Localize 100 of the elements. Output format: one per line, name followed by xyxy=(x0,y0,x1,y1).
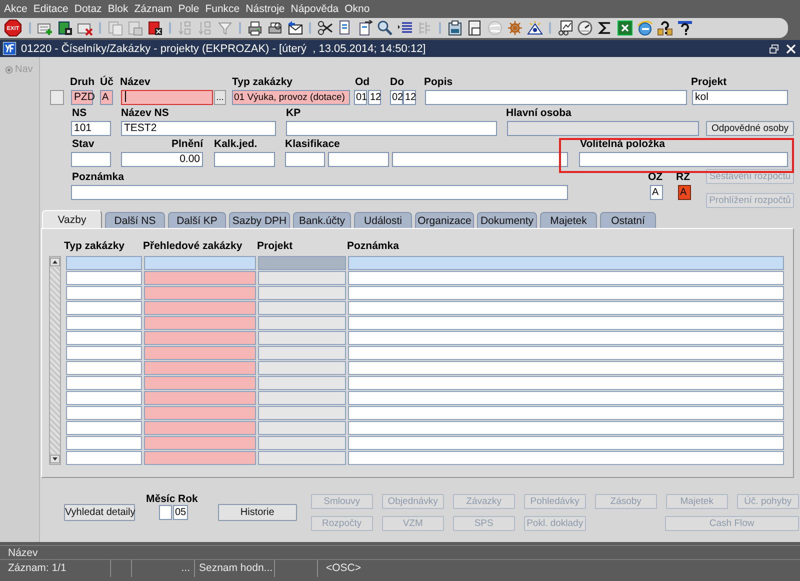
record-checkbox[interactable] xyxy=(50,90,64,104)
grid-cell[interactable] xyxy=(348,451,784,465)
clear-icon[interactable] xyxy=(147,20,163,36)
grid-cell[interactable] xyxy=(66,271,142,285)
input-field[interactable] xyxy=(285,152,325,166)
grid-cell[interactable] xyxy=(144,316,256,330)
search-icon[interactable] xyxy=(377,20,393,36)
grid-cell[interactable] xyxy=(144,451,256,465)
grid-cell[interactable] xyxy=(348,256,784,270)
input-field[interactable]: 101 xyxy=(71,120,111,136)
grid-cell[interactable] xyxy=(348,406,784,420)
grid-cell[interactable] xyxy=(348,436,784,450)
input-field[interactable] xyxy=(286,120,497,136)
menu-item[interactable]: Nástroje xyxy=(246,2,285,16)
input-field[interactable]: 01 Výuka, provoz (dotace) xyxy=(232,90,350,104)
document-arrow-icon[interactable] xyxy=(357,20,373,36)
tab[interactable]: Další NS xyxy=(105,212,165,228)
grid-cell[interactable] xyxy=(66,256,142,270)
menu-item[interactable]: Akce xyxy=(4,2,28,16)
input-field[interactable]: A xyxy=(650,185,663,200)
print-preview-icon[interactable] xyxy=(267,20,283,36)
grid-cell[interactable] xyxy=(66,421,142,435)
grid-cell[interactable] xyxy=(66,316,142,330)
grid-cell[interactable] xyxy=(144,421,256,435)
grid-cell[interactable] xyxy=(348,316,784,330)
scrollbar[interactable] xyxy=(49,256,61,465)
tab[interactable]: Události xyxy=(354,212,412,228)
grid-cell[interactable] xyxy=(144,436,256,450)
gauge-icon[interactable] xyxy=(577,20,593,36)
scissors-icon[interactable] xyxy=(317,20,333,36)
tab[interactable]: Majetek xyxy=(540,212,597,228)
input-field[interactable]: 05 xyxy=(173,505,188,520)
sigma-icon[interactable] xyxy=(597,20,613,36)
grid-cell[interactable] xyxy=(66,451,142,465)
list-icon[interactable] xyxy=(397,20,413,36)
grid-cell[interactable] xyxy=(144,286,256,300)
triangle-icon[interactable] xyxy=(527,20,543,36)
menu-item[interactable]: Okno xyxy=(344,2,370,16)
printer-icon[interactable] xyxy=(247,20,263,36)
input-field[interactable]: 02 xyxy=(390,90,403,104)
menu-item[interactable]: Pole xyxy=(178,2,200,16)
history-button[interactable]: Historie xyxy=(218,504,297,521)
input-field[interactable]: 12 xyxy=(403,90,416,104)
grid-cell[interactable] xyxy=(66,286,142,300)
input-field[interactable]: kol xyxy=(692,90,788,104)
grid-cell[interactable] xyxy=(348,286,784,300)
grid-cell[interactable] xyxy=(66,436,142,450)
input-field[interactable] xyxy=(392,152,568,166)
grid-cell[interactable] xyxy=(144,376,256,390)
grid-cell[interactable] xyxy=(144,256,256,270)
input-field[interactable] xyxy=(328,152,389,166)
clipboard-icon[interactable] xyxy=(447,20,463,36)
scroll-down-icon[interactable] xyxy=(50,454,60,464)
input-field[interactable]: A xyxy=(678,185,691,200)
grid-cell[interactable] xyxy=(348,391,784,405)
grid-cell[interactable] xyxy=(144,391,256,405)
grid-cell[interactable] xyxy=(348,271,784,285)
chart-icon[interactable] xyxy=(557,20,573,36)
grid-cell[interactable] xyxy=(66,376,142,390)
grid-cell[interactable] xyxy=(348,376,784,390)
tab[interactable]: Organizace xyxy=(415,212,474,228)
input-field[interactable] xyxy=(71,185,568,200)
grid-cell[interactable] xyxy=(144,301,256,315)
mail-icon[interactable] xyxy=(287,20,303,36)
grid-cell[interactable] xyxy=(348,421,784,435)
menu-item[interactable]: Editace xyxy=(33,2,68,16)
grid-cell[interactable] xyxy=(348,301,784,315)
restore-icon[interactable] xyxy=(769,44,779,54)
help-icon[interactable] xyxy=(677,20,693,36)
input-field[interactable] xyxy=(121,90,213,104)
grid-cell[interactable] xyxy=(66,406,142,420)
grid-cell[interactable] xyxy=(144,346,256,360)
search-details-button[interactable]: Vyhledat detaily xyxy=(64,504,135,521)
tab[interactable]: Vazby xyxy=(42,210,102,228)
grid-cell[interactable] xyxy=(66,361,142,375)
spreadsheet-icon[interactable] xyxy=(617,20,633,36)
input-field[interactable]: 12 xyxy=(368,90,381,104)
scroll-up-icon[interactable] xyxy=(50,257,60,267)
tab[interactable]: Další KP xyxy=(168,212,226,228)
tab[interactable]: Ostatní xyxy=(600,212,656,228)
grid-cell[interactable] xyxy=(144,406,256,420)
menu-item[interactable]: Funkce xyxy=(205,2,240,16)
close-icon[interactable] xyxy=(786,44,796,54)
tab[interactable]: Bank.účty xyxy=(293,212,351,228)
tab[interactable]: Sazby DPH xyxy=(229,212,290,228)
input-field[interactable] xyxy=(71,152,111,166)
input-field[interactable]: PZD xyxy=(71,90,93,104)
list-button[interactable]: ... xyxy=(214,90,226,104)
input-field[interactable]: 0.00 xyxy=(121,152,203,166)
input-field[interactable] xyxy=(579,152,788,166)
sort-ascending-icon[interactable] xyxy=(177,20,193,36)
menu-item[interactable]: Záznam xyxy=(134,2,172,16)
sort-descending-icon[interactable] xyxy=(197,20,213,36)
input-field[interactable] xyxy=(214,152,275,166)
grid-cell[interactable] xyxy=(66,301,142,315)
menu-item[interactable]: Dotaz xyxy=(74,2,102,16)
save-record-icon[interactable] xyxy=(57,20,73,36)
input-field[interactable] xyxy=(159,505,172,520)
menu-item[interactable]: Blok xyxy=(108,2,128,16)
grid-cell[interactable] xyxy=(66,346,142,360)
